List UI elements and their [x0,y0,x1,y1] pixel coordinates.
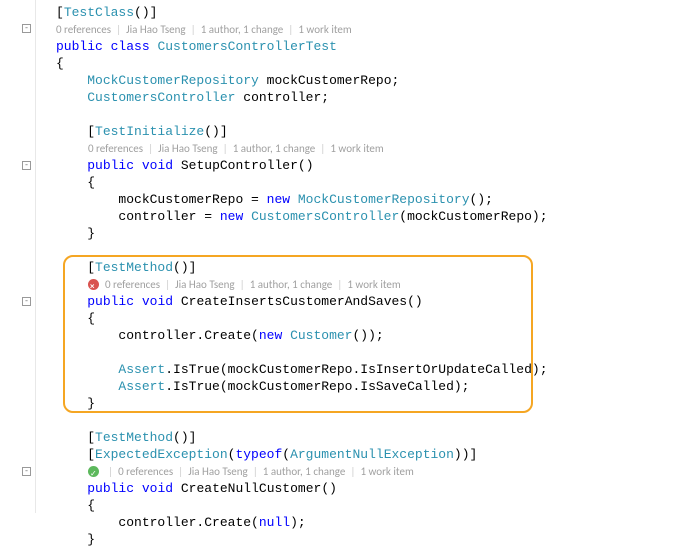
code-line: mockCustomerRepo = new MockCustomerRepos… [56,191,698,208]
method-declaration: public void CreateNullCustomer() [56,480,698,497]
brace: { [56,310,698,327]
fold-toggle[interactable]: - [22,161,31,170]
brace: { [56,497,698,514]
brace: { [56,174,698,191]
class-declaration: public class CustomersControllerTest [56,38,698,55]
brace: { [56,55,698,72]
blank-line [56,344,698,361]
brace: } [56,531,698,548]
method-declaration: public void CreateInsertsCustomerAndSave… [56,293,698,310]
gutter: - - - - [0,0,36,513]
codelens[interactable]: 0 references|Jia Hao Tseng|1 author, 1 c… [56,276,698,293]
attribute: [TestClass()] [56,4,698,21]
fold-toggle[interactable]: - [22,467,31,476]
brace: } [56,225,698,242]
attribute: [TestMethod()] [56,259,698,276]
field: CustomersController controller; [56,89,698,106]
code-line: Assert.IsTrue(mockCustomerRepo.IsSaveCal… [56,378,698,395]
fold-toggle[interactable]: - [22,297,31,306]
code-line: controller = new CustomersController(moc… [56,208,698,225]
blank-line [56,106,698,123]
code-line: controller.Create(new Customer()); [56,327,698,344]
code-editor[interactable]: [TestClass()] 0 references|Jia Hao Tseng… [0,0,698,552]
method-declaration: public void SetupController() [56,157,698,174]
blank-line [56,242,698,259]
test-fail-icon[interactable] [88,279,99,290]
attribute: [TestInitialize()] [56,123,698,140]
fold-toggle[interactable]: - [22,24,31,33]
attribute: [ExpectedException(typeof(ArgumentNullEx… [56,446,698,463]
field: MockCustomerRepository mockCustomerRepo; [56,72,698,89]
codelens[interactable]: |0 references|Jia Hao Tseng|1 author, 1 … [56,463,698,480]
test-pass-icon[interactable] [88,466,99,477]
brace: } [56,395,698,412]
code-line: controller.Create(null); [56,514,698,531]
codelens[interactable]: 0 references|Jia Hao Tseng|1 author, 1 c… [56,140,698,157]
codelens[interactable]: 0 references|Jia Hao Tseng|1 author, 1 c… [56,21,698,38]
attribute: [TestMethod()] [56,429,698,446]
blank-line [56,412,698,429]
code-line: Assert.IsTrue(mockCustomerRepo.IsInsertO… [56,361,698,378]
